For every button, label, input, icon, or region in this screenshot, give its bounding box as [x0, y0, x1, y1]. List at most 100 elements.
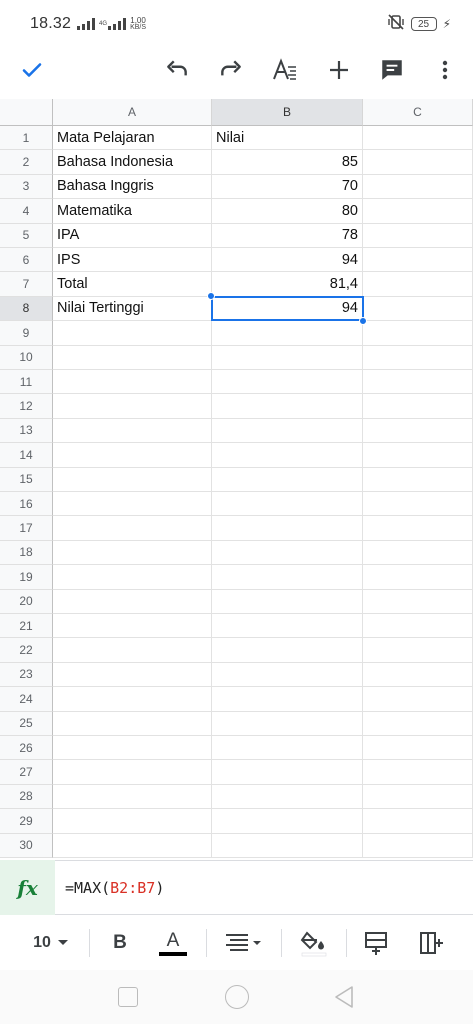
cell-a22[interactable]: [53, 638, 212, 663]
column-header-a[interactable]: A: [53, 99, 212, 126]
column-header-c[interactable]: C: [363, 99, 473, 126]
cell-c21[interactable]: [363, 614, 473, 639]
cell-b21[interactable]: [212, 614, 363, 639]
cell-b8[interactable]: 94: [212, 296, 363, 322]
cell-a2[interactable]: Bahasa Indonesia: [53, 150, 212, 175]
cell-a4[interactable]: Matematika: [53, 199, 212, 224]
cell-b14[interactable]: [212, 443, 363, 468]
row-header[interactable]: 27: [0, 760, 53, 785]
cell-b11[interactable]: [212, 370, 363, 395]
cell-c22[interactable]: [363, 638, 473, 663]
align-button[interactable]: [222, 928, 266, 958]
cell-b7[interactable]: 81,4: [212, 272, 363, 297]
cell-b16[interactable]: [212, 492, 363, 517]
row-header[interactable]: 9: [0, 321, 53, 346]
row-header[interactable]: 4: [0, 199, 53, 224]
selection-handle-start[interactable]: [207, 291, 215, 300]
cell-a29[interactable]: [53, 809, 212, 834]
cell-a6[interactable]: IPS: [53, 248, 212, 273]
recents-icon[interactable]: [118, 987, 138, 1007]
select-all-corner[interactable]: [0, 99, 53, 126]
cell-a5[interactable]: IPA: [53, 223, 212, 248]
cell-b5[interactable]: 78: [212, 223, 363, 248]
cell-b1[interactable]: Nilai: [212, 126, 363, 151]
cell-a13[interactable]: [53, 418, 212, 444]
row-header[interactable]: 1: [0, 126, 53, 151]
cell-a24[interactable]: [53, 687, 212, 712]
text-format-icon[interactable]: [271, 56, 299, 84]
cell-a16[interactable]: [53, 492, 212, 517]
row-header[interactable]: 22: [0, 638, 53, 663]
text-color-button[interactable]: A: [157, 928, 189, 958]
cell-b28[interactable]: [212, 784, 363, 810]
cell-c24[interactable]: [363, 687, 473, 712]
cell-c5[interactable]: [363, 223, 473, 248]
row-header[interactable]: 29: [0, 809, 53, 834]
cell-c4[interactable]: [363, 199, 473, 224]
row-header[interactable]: 7: [0, 272, 53, 297]
row-header[interactable]: 13: [0, 418, 53, 444]
row-header[interactable]: 3: [0, 174, 53, 200]
cell-b19[interactable]: [212, 565, 363, 590]
cell-b17[interactable]: [212, 516, 363, 541]
comment-icon[interactable]: [378, 56, 406, 84]
cell-a19[interactable]: [53, 565, 212, 590]
row-header[interactable]: 17: [0, 516, 53, 541]
cell-c20[interactable]: [363, 589, 473, 614]
font-size-dropdown[interactable]: 10: [26, 928, 76, 958]
cell-c1[interactable]: [363, 126, 473, 151]
cell-a14[interactable]: [53, 443, 212, 468]
row-header[interactable]: 5: [0, 223, 53, 248]
insert-column-button[interactable]: [416, 928, 446, 958]
cell-c6[interactable]: [363, 248, 473, 273]
cell-a11[interactable]: [53, 370, 212, 395]
cell-a7[interactable]: Total: [53, 272, 212, 297]
redo-icon[interactable]: [217, 56, 245, 84]
cell-c19[interactable]: [363, 565, 473, 590]
insert-row-button[interactable]: [361, 928, 391, 958]
cell-a27[interactable]: [53, 760, 212, 785]
home-icon[interactable]: [225, 985, 249, 1009]
undo-icon[interactable]: [163, 56, 191, 84]
cell-b29[interactable]: [212, 809, 363, 834]
cell-a20[interactable]: [53, 589, 212, 614]
cell-b3[interactable]: 70: [212, 174, 363, 200]
cell-c13[interactable]: [363, 418, 473, 444]
cell-b22[interactable]: [212, 638, 363, 663]
row-header[interactable]: 30: [0, 833, 53, 858]
more-vert-icon[interactable]: [431, 56, 459, 84]
row-header[interactable]: 24: [0, 687, 53, 712]
cell-a9[interactable]: [53, 321, 212, 346]
cell-c10[interactable]: [363, 345, 473, 370]
row-header[interactable]: 28: [0, 784, 53, 810]
row-header[interactable]: 10: [0, 345, 53, 370]
cell-a3[interactable]: Bahasa Inggris: [53, 174, 212, 200]
cell-b24[interactable]: [212, 687, 363, 712]
cell-a12[interactable]: [53, 394, 212, 419]
formula-bar[interactable]: fx =MAX(B2:B7): [0, 860, 473, 915]
row-header[interactable]: 2: [0, 150, 53, 175]
row-header[interactable]: 21: [0, 614, 53, 639]
row-header[interactable]: 11: [0, 370, 53, 395]
cell-c2[interactable]: [363, 150, 473, 175]
cell-a18[interactable]: [53, 540, 212, 566]
cell-c12[interactable]: [363, 394, 473, 419]
cell-a23[interactable]: [53, 662, 212, 688]
cell-b15[interactable]: [212, 467, 363, 492]
cell-b4[interactable]: 80: [212, 199, 363, 224]
cell-c16[interactable]: [363, 492, 473, 517]
cell-c15[interactable]: [363, 467, 473, 492]
row-header[interactable]: 12: [0, 394, 53, 419]
cell-c28[interactable]: [363, 784, 473, 810]
cell-a25[interactable]: [53, 711, 212, 736]
back-icon[interactable]: [333, 985, 355, 1014]
cell-b12[interactable]: [212, 394, 363, 419]
cell-a15[interactable]: [53, 467, 212, 492]
cell-b10[interactable]: [212, 345, 363, 370]
formula-input[interactable]: =MAX(B2:B7): [65, 879, 164, 897]
cell-a21[interactable]: [53, 614, 212, 639]
row-header[interactable]: 20: [0, 589, 53, 614]
row-header[interactable]: 16: [0, 492, 53, 517]
row-header[interactable]: 25: [0, 711, 53, 736]
cell-a1[interactable]: Mata Pelajaran: [53, 126, 212, 151]
